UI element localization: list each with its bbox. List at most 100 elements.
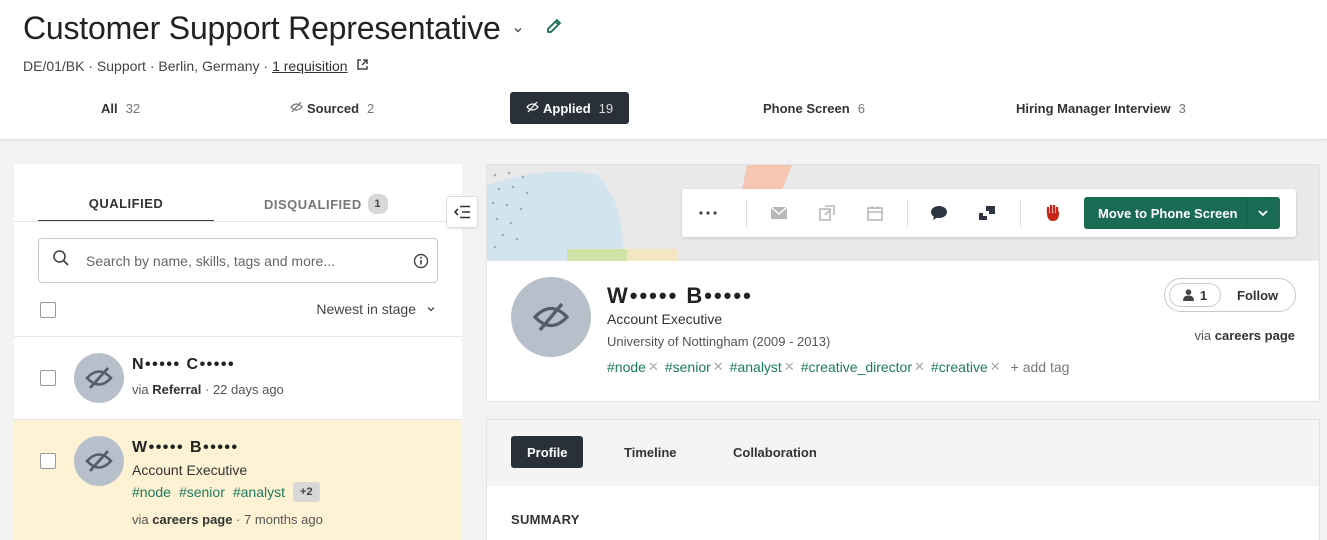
more-actions-button[interactable]: [688, 189, 728, 237]
source-age: · 7 months ago: [236, 512, 323, 527]
profile-tabs-card: Profile Timeline Collaboration SUMMARY: [486, 419, 1320, 540]
job-title[interactable]: Customer Support Representative: [23, 10, 501, 47]
linked-cards-icon: [979, 206, 995, 220]
source-prefix: via: [132, 512, 149, 527]
candidate-checkbox[interactable]: [40, 370, 56, 386]
comment-button[interactable]: [919, 189, 959, 237]
tag[interactable]: #senior: [665, 359, 711, 375]
eye-slash-icon: [85, 367, 113, 389]
summary-heading: SUMMARY: [511, 512, 580, 527]
tag[interactable]: #senior: [179, 484, 225, 500]
chevron-down-icon: [427, 306, 435, 312]
external-link-icon[interactable]: [356, 58, 369, 74]
tab-profile[interactable]: Profile: [511, 436, 584, 468]
toolbar-divider: [1020, 199, 1021, 227]
collapse-panel-button[interactable]: [446, 196, 478, 228]
candidate-row-selected[interactable]: W••••• B••••• Account Executive #node #s…: [14, 419, 462, 540]
sort-label: Newest in stage: [316, 301, 416, 317]
profile-avatar: [511, 277, 591, 357]
pencil-icon[interactable]: [545, 17, 563, 40]
requisition-link[interactable]: 1 requisition: [272, 58, 348, 74]
tab-timeline[interactable]: Timeline: [624, 436, 677, 468]
disqualify-button[interactable]: [1033, 189, 1073, 237]
stage-tab-applied[interactable]: Applied 19: [510, 92, 630, 124]
share-button[interactable]: [967, 189, 1007, 237]
eye-slash-icon: [526, 101, 539, 116]
tab-collaboration[interactable]: Collaboration: [733, 436, 817, 468]
profile-toolbar: Move to Phone Screen: [682, 189, 1296, 237]
transfer-icon: [819, 205, 835, 221]
profile-tabs-bar: Profile Timeline Collaboration: [487, 420, 1319, 486]
stage-count: 6: [857, 100, 865, 116]
add-tag-button[interactable]: + add tag: [1011, 359, 1070, 375]
candidate-source: via Referral · 22 days ago: [132, 382, 284, 397]
tag[interactable]: #creative_director: [801, 359, 912, 375]
job-title-row: Customer Support Representative: [23, 10, 563, 47]
stage-tab-hiring-manager-interview[interactable]: Hiring Manager Interview 3: [1016, 92, 1186, 124]
tag[interactable]: #analyst: [233, 484, 285, 500]
stage-count: 32: [125, 100, 141, 116]
remove-tag-icon[interactable]: ✕: [914, 359, 925, 375]
stage-count: 19: [598, 100, 614, 116]
stage-count: 2: [367, 100, 375, 116]
remove-tag-icon[interactable]: ✕: [784, 359, 795, 375]
envelope-icon: [770, 206, 788, 219]
search-icon: [52, 249, 70, 272]
follow-control: 1 Follow: [1164, 278, 1296, 312]
chevron-down-icon[interactable]: [513, 22, 523, 40]
calendar-icon: [867, 206, 883, 221]
followers-count[interactable]: 1: [1169, 283, 1221, 307]
tag[interactable]: #node: [607, 359, 646, 375]
move-to-stage-button[interactable]: Move to Phone Screen: [1084, 197, 1280, 229]
tag[interactable]: #analyst: [730, 359, 782, 375]
candidate-source: via careers page · 7 months ago: [132, 512, 323, 527]
search-input[interactable]: [86, 252, 386, 269]
stage-label: Phone Screen: [763, 100, 850, 116]
more-tags-badge[interactable]: +2: [293, 482, 320, 502]
candidate-name[interactable]: N••••• C•••••: [132, 356, 235, 374]
tabs-divider: [14, 221, 462, 222]
tab-disqualified[interactable]: DISQUALIFIED 1: [264, 186, 388, 222]
profile-name: W••••• B•••••: [607, 283, 753, 308]
stage-count: 3: [1178, 100, 1186, 116]
select-all-checkbox[interactable]: [40, 302, 56, 318]
candidate-row[interactable]: N••••• C••••• via Referral · 22 days ago: [14, 336, 462, 419]
chevron-down-icon[interactable]: [1257, 206, 1269, 221]
tag[interactable]: #creative: [931, 359, 988, 375]
candidate-list-panel: QUALIFIED DISQUALIFIED 1 Newest in stage…: [14, 164, 462, 540]
remove-tag-icon[interactable]: ✕: [648, 359, 659, 375]
schedule-button[interactable]: [855, 189, 895, 237]
move-job-button[interactable]: [807, 189, 847, 237]
stage-label: Hiring Manager Interview: [1016, 100, 1171, 116]
info-icon[interactable]: [413, 253, 429, 274]
tag[interactable]: #node: [132, 484, 171, 500]
avatar: [74, 436, 124, 486]
stage-tab-sourced[interactable]: Sourced 2: [290, 92, 374, 124]
job-header: Customer Support Representative DE/01/BK…: [0, 0, 1327, 140]
tab-qualified-label: QUALIFIED: [88, 195, 164, 211]
stage-tab-all[interactable]: All 32: [101, 92, 140, 124]
sort-dropdown[interactable]: Newest in stage: [316, 301, 436, 317]
person-icon: [1182, 289, 1194, 301]
source-prefix: via: [1194, 328, 1212, 343]
eye-slash-icon: [532, 302, 570, 332]
candidate-checkbox[interactable]: [40, 453, 56, 469]
candidate-title: Account Executive: [132, 462, 248, 478]
eye-slash-icon: [85, 450, 113, 472]
ellipsis-icon: [699, 211, 717, 215]
avatar: [74, 353, 124, 403]
tab-qualified[interactable]: QUALIFIED: [38, 186, 214, 222]
remove-tag-icon[interactable]: ✕: [713, 359, 724, 375]
follow-button[interactable]: Follow: [1237, 288, 1278, 303]
email-button[interactable]: [759, 189, 799, 237]
source-age: · 22 days ago: [205, 382, 284, 397]
profile-education: University of Nottingham (2009 - 2013): [607, 334, 831, 349]
profile-banner: Move to Phone Screen: [487, 165, 1319, 261]
remove-tag-icon[interactable]: ✕: [990, 359, 1001, 375]
source-prefix: via: [132, 382, 149, 397]
candidate-name[interactable]: W••••• B•••••: [132, 439, 239, 457]
button-divider: [1246, 197, 1247, 229]
stage-tab-phone-screen[interactable]: Phone Screen 6: [763, 92, 865, 124]
candidate-profile-card: Move to Phone Screen W••••• B••••• Accou…: [486, 164, 1320, 402]
stage-label: All: [101, 100, 118, 116]
